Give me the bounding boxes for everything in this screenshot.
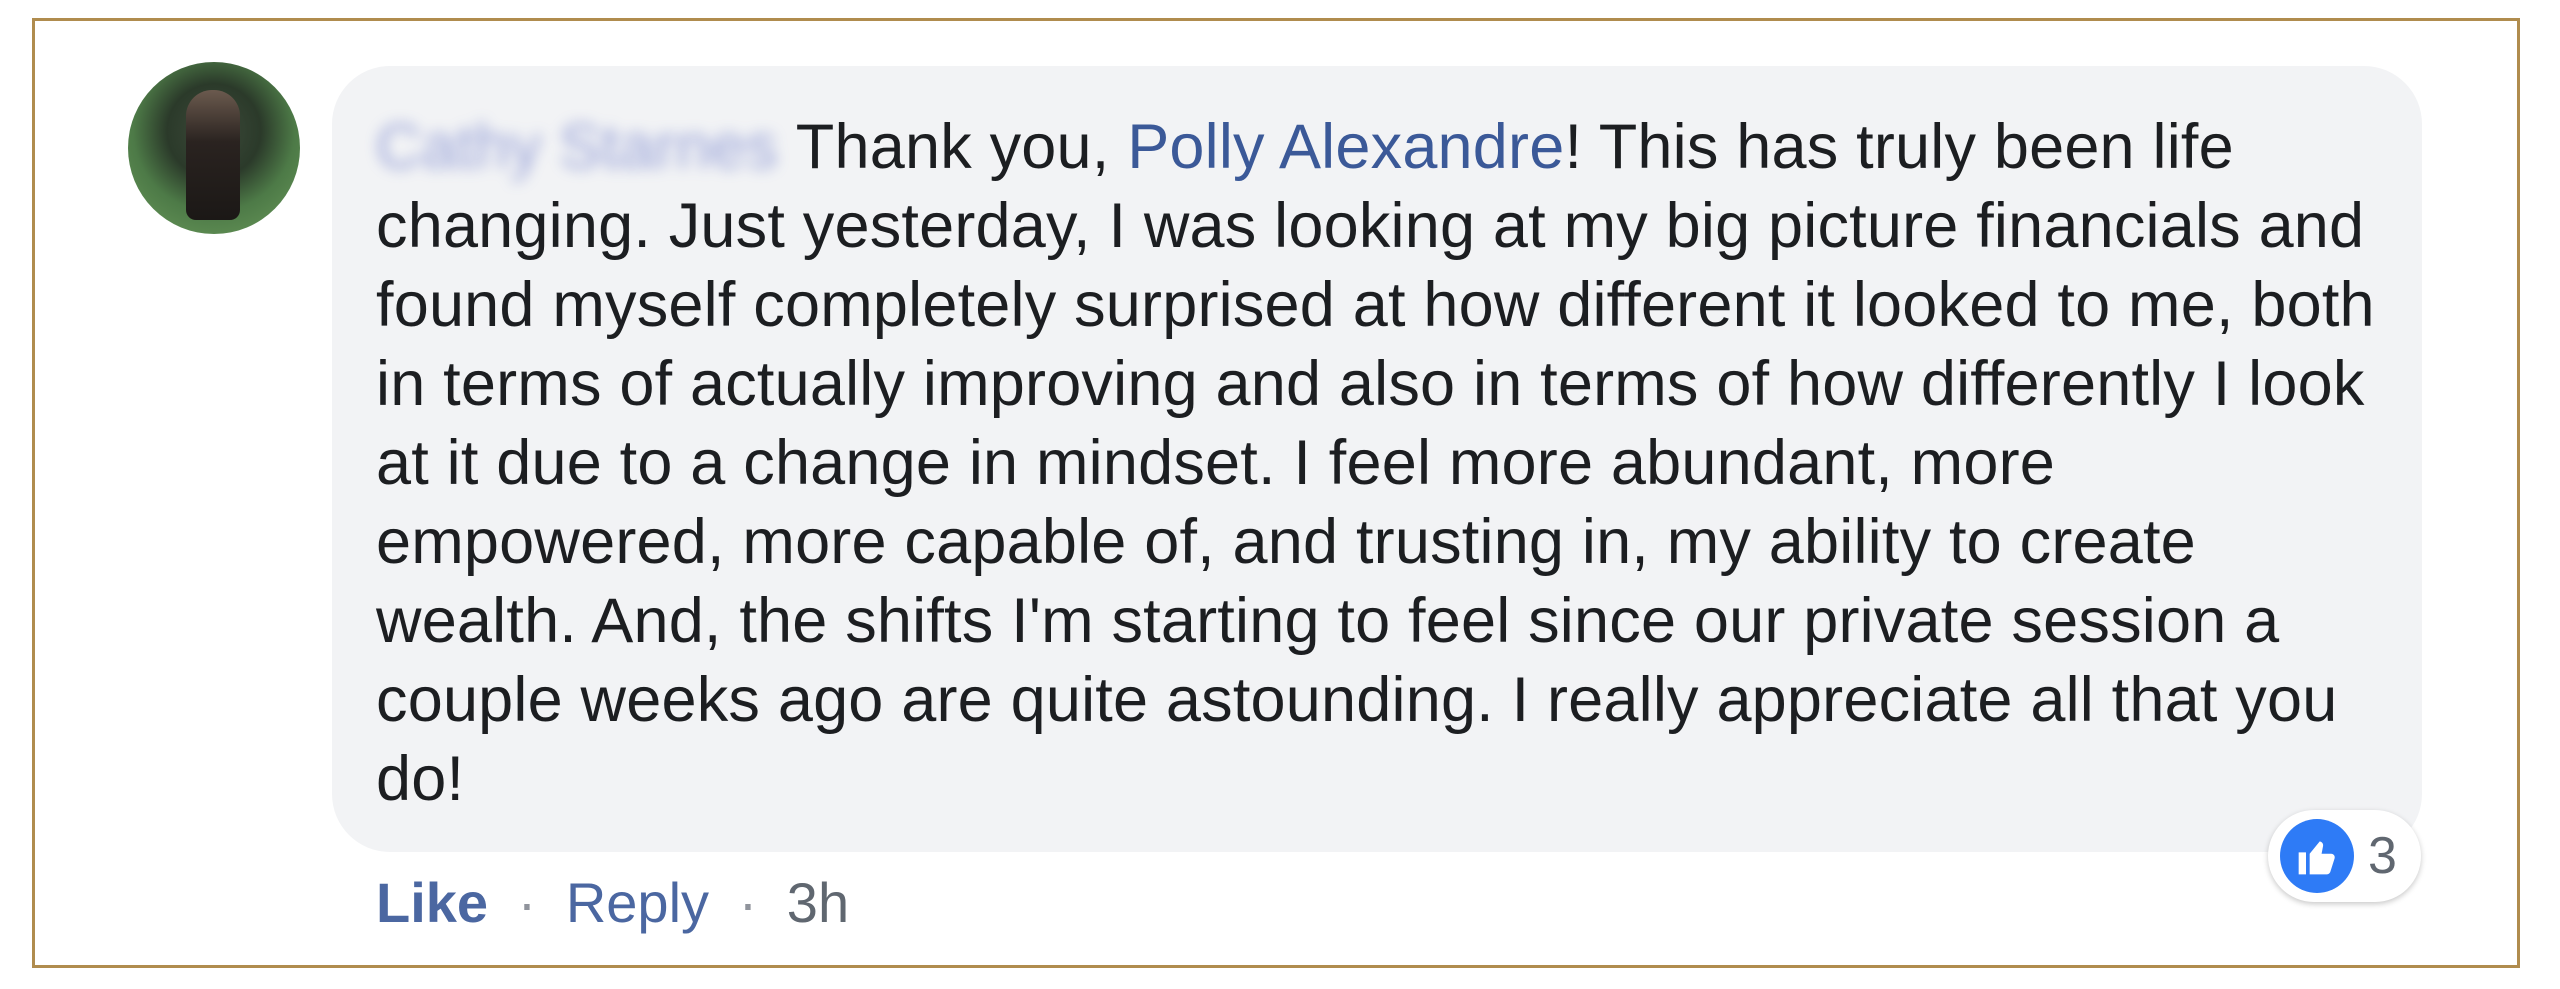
comment-text: Cathy Starnes Thank you, Polly Alexandre!…	[376, 108, 2386, 819]
avatar[interactable]	[128, 62, 300, 234]
thumbs-up-icon	[2280, 819, 2354, 893]
reaction-count: 3	[2368, 827, 2397, 885]
comment-text-rest: ! This has truly been life changing. Jus…	[376, 112, 2375, 814]
reaction-summary[interactable]: 3	[2268, 810, 2421, 902]
comment-timestamp[interactable]: 3h	[787, 871, 849, 934]
like-button[interactable]: Like	[376, 871, 488, 934]
reply-button[interactable]: Reply	[566, 871, 709, 934]
avatar-figure	[186, 90, 240, 220]
separator-dot: ·	[738, 871, 758, 934]
comment-author[interactable]: Cathy Starnes	[376, 108, 778, 187]
comment-text-start: Thank you,	[795, 112, 1128, 182]
comment-actions: Like · Reply · 3h	[376, 868, 849, 938]
mention-link[interactable]: Polly Alexandre	[1127, 112, 1564, 182]
separator-dot: ·	[517, 871, 537, 934]
